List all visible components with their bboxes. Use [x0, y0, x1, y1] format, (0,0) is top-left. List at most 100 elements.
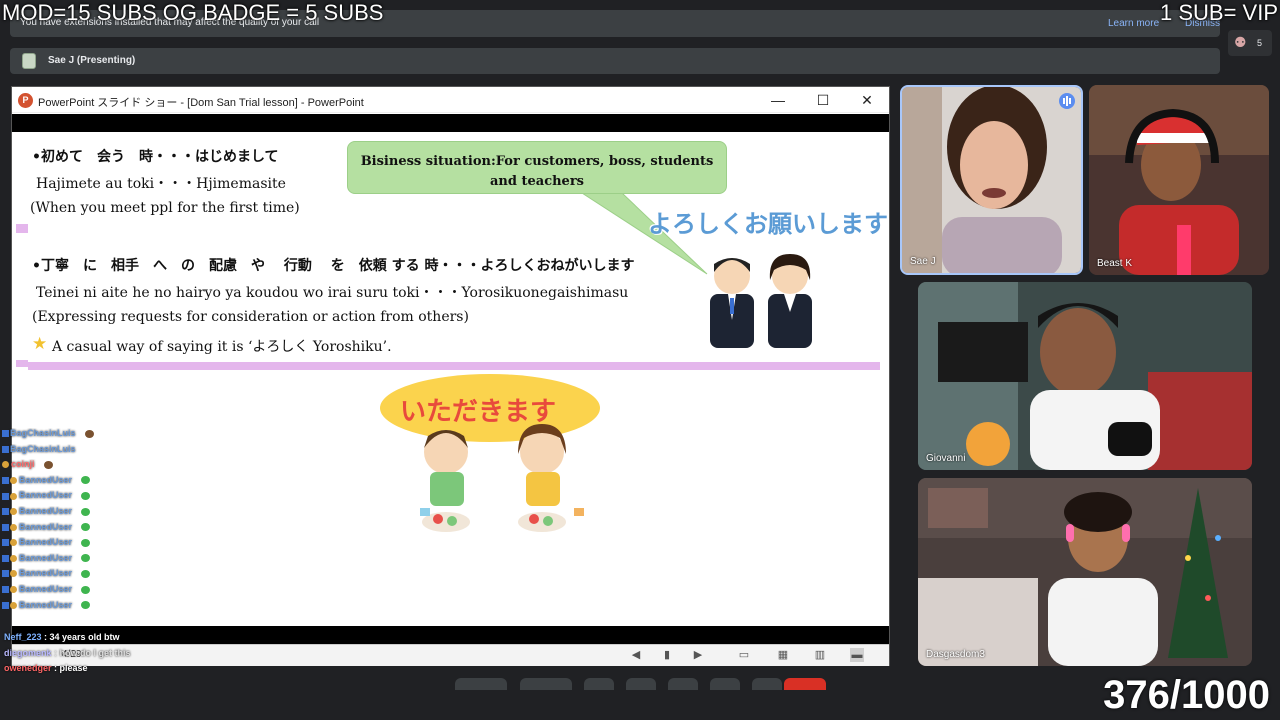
chat-message: BannedUser:	[2, 537, 122, 553]
people-icon: ⚉	[1234, 34, 1247, 50]
chat-message: BannedUser:	[2, 553, 122, 569]
more-options-control[interactable]	[752, 678, 782, 690]
chat-badge-icon	[10, 523, 17, 531]
chat-badge-icon	[2, 476, 9, 484]
chat-message: BagChasinLuis:	[2, 428, 122, 444]
chat-emote-icon	[81, 507, 91, 516]
chat-badge-icon	[10, 492, 17, 500]
participant-name: Sae J	[910, 256, 936, 267]
maximize-button[interactable]: ☐	[809, 91, 837, 109]
chat-badge-icon	[2, 523, 9, 531]
chat-message: BannedUser:	[2, 506, 122, 522]
chat-badge-icon	[2, 445, 9, 453]
chat-text: :	[74, 552, 78, 563]
chat-text: :	[74, 583, 78, 594]
participant-count: 5	[1257, 38, 1263, 48]
slide-line-yoroshiku-romaji: Teinei ni aite he no hairyo ya koudou wo…	[36, 285, 629, 301]
chat-text: :	[77, 428, 81, 438]
participant-name: Beast K	[1097, 258, 1133, 269]
previous-slide-icon[interactable]: ◀	[629, 648, 643, 662]
captions-control[interactable]	[584, 678, 614, 690]
normal-view-icon[interactable]: ▭	[737, 648, 751, 662]
chat-badge-icon	[10, 539, 17, 547]
chat-badge-icon	[2, 430, 9, 438]
grid-view-icon[interactable]: ▦	[776, 648, 790, 662]
reading-view-icon[interactable]: ▥	[813, 648, 827, 662]
chat-username: BannedUser	[19, 552, 73, 563]
slide-line-hajimemashite-romaji: Hajimete au toki・・・Hjimemasite	[36, 176, 286, 192]
chat-badge-icon	[10, 586, 17, 594]
yoroshiku-onegaishimasu-art: よろしくお願いします	[648, 210, 888, 238]
chat-username: BannedUser	[19, 474, 73, 485]
slideshow-view-icon[interactable]: ▬	[850, 648, 864, 662]
next-slide-icon[interactable]: ▶	[691, 648, 705, 662]
chat-text: :	[74, 568, 78, 579]
camera-control[interactable]	[520, 678, 572, 690]
chat-badge-icon	[2, 492, 9, 500]
chat-message: BannedUser:	[2, 522, 122, 538]
chat-badge-icon	[2, 570, 9, 578]
slide-top-band	[12, 114, 889, 132]
video-tile-sae[interactable]: Sae J	[900, 85, 1083, 275]
chat-text: :	[74, 599, 78, 610]
speaking-indicator-icon	[1059, 93, 1075, 109]
window-title: PowerPoint スライド ショー - [Dom San Trial les…	[38, 97, 364, 109]
chat-emote-icon	[81, 585, 91, 594]
chat-badge-icon	[10, 554, 17, 562]
chat-message: BannedUser:	[2, 475, 122, 491]
chat-message: BannedUser:	[2, 490, 122, 506]
presenting-label: Sae J (Presenting)	[48, 55, 136, 66]
video-tile-beast[interactable]: Beast K	[1089, 85, 1269, 275]
chat-emote-icon	[81, 538, 91, 547]
present-control[interactable]	[668, 678, 698, 690]
slide-line-hajimemashite-jp: •初めて 会う 時・・・はじめまして	[32, 149, 279, 165]
raise-hand-control[interactable]	[710, 678, 740, 690]
mic-control[interactable]	[455, 678, 507, 690]
pink-marker	[16, 224, 28, 233]
chat-username: BannedUser	[19, 537, 73, 548]
bowing-people-illustration	[710, 254, 812, 348]
chat-username: BannedUser	[19, 583, 73, 594]
learn-more-link[interactable]: Learn more	[1108, 18, 1159, 29]
slide-line-casual-way: A casual way of saying it is ‘よろしく Yoros…	[52, 339, 392, 355]
slide-sorter-icon[interactable]: ▮	[660, 648, 674, 662]
chat-emote-icon	[81, 554, 91, 563]
video-tile-giovanni[interactable]: Giovanni	[918, 282, 1252, 470]
dasgasdom-video-feed	[918, 478, 1252, 666]
chat-emote-icon	[84, 445, 94, 454]
beast-video-feed	[1089, 85, 1269, 275]
chat-text: :	[74, 521, 78, 532]
leave-call-button[interactable]	[784, 678, 826, 690]
reactions-control[interactable]	[626, 678, 656, 690]
itadakimasu-text: いただきます	[400, 397, 556, 427]
chat-message: Neff_223 : 34 years old btw	[4, 632, 120, 642]
giovanni-video-feed	[918, 282, 1252, 470]
itadakimasu-illustration: いただきます	[380, 374, 600, 532]
presenting-bar: Sae J (Presenting)	[10, 48, 1220, 74]
chat-message: owenedger : please	[4, 663, 88, 673]
chat-badge-icon	[10, 570, 17, 578]
stream-chat: BagChasinLuis: BagChasinLuis: coinji: Banne…	[2, 428, 122, 615]
chat-message: BannedUser:	[2, 600, 122, 616]
close-button[interactable]: ✕	[853, 91, 881, 109]
stream-overlay-right: 1 SUB= VIP	[1159, 0, 1278, 25]
chat-badge-icon	[2, 554, 9, 562]
chat-emote-icon	[81, 523, 91, 532]
powerpoint-window: P PowerPoint スライド ショー - [Dom San Trial l…	[11, 86, 890, 666]
powerpoint-logo-icon: P	[18, 93, 33, 108]
chat-username: BagChasinLuis	[10, 428, 76, 438]
participant-name: Giovanni	[926, 453, 966, 464]
pink-divider	[28, 362, 880, 370]
video-tile-dasgasdom[interactable]: Dasgasdom3	[918, 478, 1252, 666]
participants-button[interactable]: ⚉ 5	[1228, 30, 1272, 56]
minimize-button[interactable]: —	[764, 91, 792, 109]
pink-marker	[16, 360, 28, 367]
meet-call-stage: You have extensions installed that may a…	[0, 0, 1280, 720]
chat-message: diegomenk : how do I get this	[4, 648, 131, 658]
chat-emote-icon	[81, 476, 91, 485]
chat-text: :	[74, 474, 78, 485]
chat-message: BannedUser:	[2, 568, 122, 584]
stream-overlay-left: MOD=15 SUBS OG BADGE = 5 SUBS	[2, 0, 384, 25]
chat-username: BannedUser	[19, 599, 73, 610]
chat-emote-icon	[81, 601, 91, 610]
